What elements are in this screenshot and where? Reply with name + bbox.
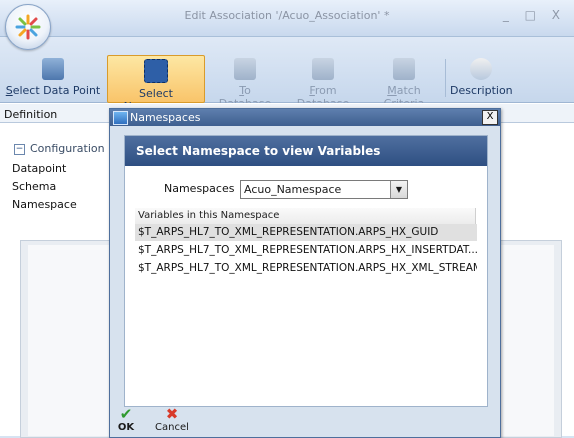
select-namespace-button[interactable]: Select Namespace xyxy=(107,55,205,113)
collapse-icon[interactable]: − xyxy=(14,144,25,155)
field-label-datapoint: Datapoint xyxy=(12,162,67,175)
list-item[interactable]: $T_ARPS_HL7_TO_XML_REPRESENTATION.ARPS_H… xyxy=(135,224,477,241)
dialog-title: Namespaces xyxy=(130,111,201,124)
dialog-window-icon xyxy=(113,111,128,125)
cancel-button[interactable]: ✖ Cancel xyxy=(152,405,192,434)
select-data-point-button[interactable]: Select Data Point xyxy=(2,55,104,101)
description-icon xyxy=(470,58,492,80)
to-database-icon xyxy=(234,58,256,80)
ribbon-toolbar: Select Data Point Select Namespace To Da… xyxy=(0,37,574,113)
field-label-namespace: Namespace xyxy=(12,198,77,211)
dialog-close-button[interactable]: X xyxy=(482,110,498,125)
dialog-body: Select Namespace to view Variables Names… xyxy=(124,135,488,407)
dialog-title-bar[interactable]: Namespaces X xyxy=(110,109,500,126)
list-item[interactable]: $T_ARPS_HL7_TO_XML_REPRESENTATION.ARPS_H… xyxy=(135,260,477,277)
namespace-label: Namespaces xyxy=(164,182,235,195)
match-criteria-icon xyxy=(393,58,415,80)
match-criteria-button[interactable]: Match Criteria xyxy=(367,55,441,110)
from-database-icon xyxy=(312,58,334,80)
namespaces-dialog: Namespaces X Select Namespace to view Va… xyxy=(109,108,501,438)
field-label-schema: Schema xyxy=(12,180,57,193)
ok-button[interactable]: ✔ OK xyxy=(111,405,141,434)
app-menu-button[interactable] xyxy=(5,4,51,50)
namespace-icon xyxy=(144,59,168,83)
tab-definition[interactable]: Definition xyxy=(4,108,57,121)
window-controls[interactable]: _ □ X xyxy=(503,8,566,22)
namespace-select[interactable]: Acuo_Namespace ▼ xyxy=(240,180,408,199)
chevron-down-icon[interactable]: ▼ xyxy=(390,181,407,198)
ok-check-icon: ✔ xyxy=(119,405,133,423)
data-point-icon xyxy=(42,58,64,80)
variables-list: Variables in this Namespace $T_ARPS_HL7_… xyxy=(135,208,477,398)
window-title: Edit Association '/Acuo_Association' * xyxy=(184,9,390,22)
ribbon-separator xyxy=(445,59,446,97)
variables-header: Variables in this Namespace xyxy=(135,208,476,225)
dialog-header-text: Select Namespace to view Variables xyxy=(136,144,381,158)
dialog-footer: ✔ OK ✖ Cancel xyxy=(110,404,500,437)
description-button[interactable]: Description xyxy=(450,55,513,101)
config-section-label: Configuration Ir xyxy=(30,142,116,155)
namespace-select-value: Acuo_Namespace xyxy=(244,183,342,196)
list-item[interactable]: $T_ARPS_HL7_TO_XML_REPRESENTATION.ARPS_H… xyxy=(135,242,477,259)
to-database-button[interactable]: To Database xyxy=(212,55,278,110)
from-database-button[interactable]: From Database xyxy=(283,55,363,110)
cancel-x-icon: ✖ xyxy=(165,405,179,423)
dialog-header: Select Namespace to view Variables xyxy=(125,136,487,166)
